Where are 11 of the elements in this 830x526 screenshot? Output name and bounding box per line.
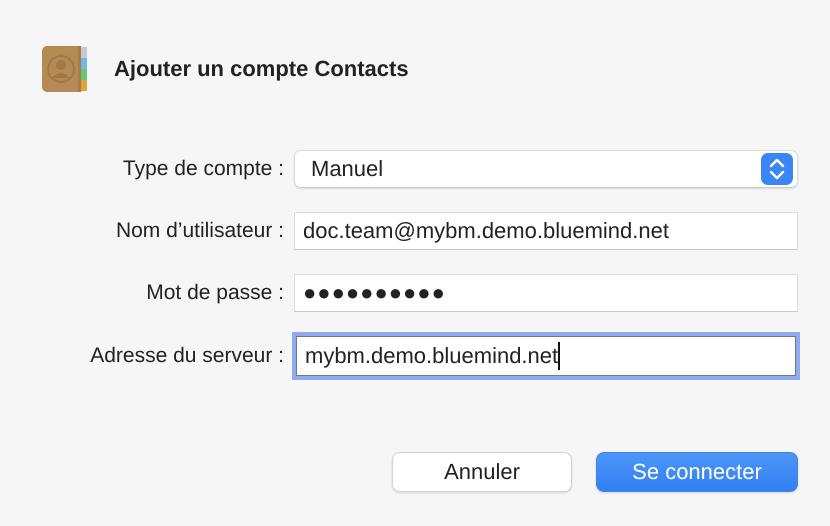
password-field[interactable]: ●●●●●●●●●● [294,274,798,312]
dialog-title: Ajouter un compte Contacts [114,56,409,82]
field-label: Adresse du serveur : [89,344,284,368]
field-label: Mot de passe : [145,281,284,305]
chevron-updown-icon [761,153,793,185]
field-label: Nom d’utilisateur : [114,219,284,243]
cancel-button[interactable]: Annuler [392,452,572,492]
input-field[interactable]: doc.team@mybm.demo.bluemind.net [294,212,798,250]
field-label: Type de compte : [122,157,284,181]
account-type-dropdown[interactable]: Manuel [294,150,798,188]
address-book-icon [40,44,90,94]
